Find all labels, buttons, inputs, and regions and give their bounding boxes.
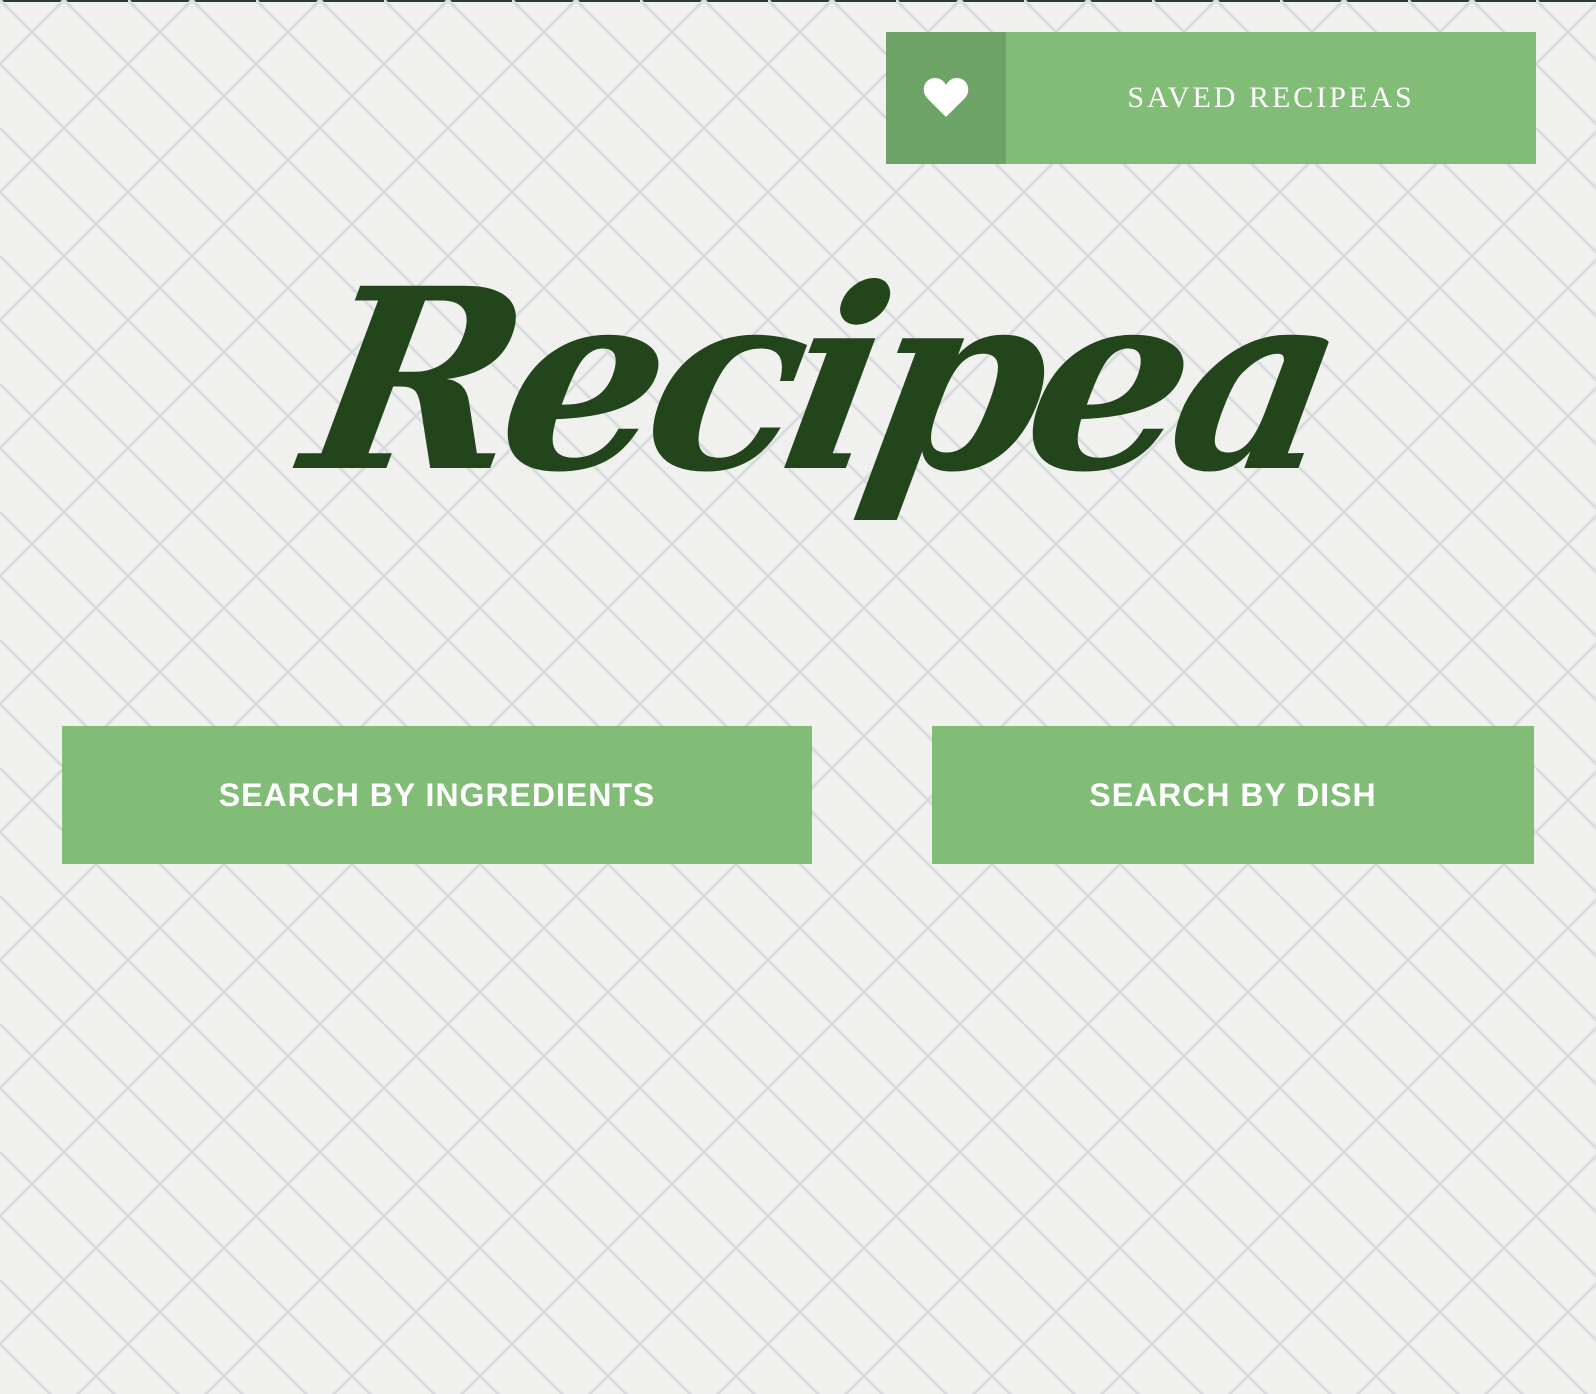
search-by-ingredients-button[interactable]: SEARCH BY INGREDIENTS xyxy=(62,726,812,864)
saved-recipes-label: SAVED RECIPEAS xyxy=(1127,81,1415,114)
search-by-ingredients-label: SEARCH BY INGREDIENTS xyxy=(218,776,656,813)
saved-recipes-button[interactable]: SAVED RECIPEAS xyxy=(886,32,1536,164)
search-by-dish-button[interactable]: SEARCH BY DISH xyxy=(932,726,1534,864)
heart-icon xyxy=(923,78,969,117)
logo-container: Recipea xyxy=(288,200,1352,560)
saved-icon-box xyxy=(886,32,1006,164)
app-logo: Recipea xyxy=(288,233,1352,527)
saved-label-box: SAVED RECIPEAS xyxy=(1006,32,1536,164)
search-by-dish-label: SEARCH BY DISH xyxy=(1089,776,1377,813)
